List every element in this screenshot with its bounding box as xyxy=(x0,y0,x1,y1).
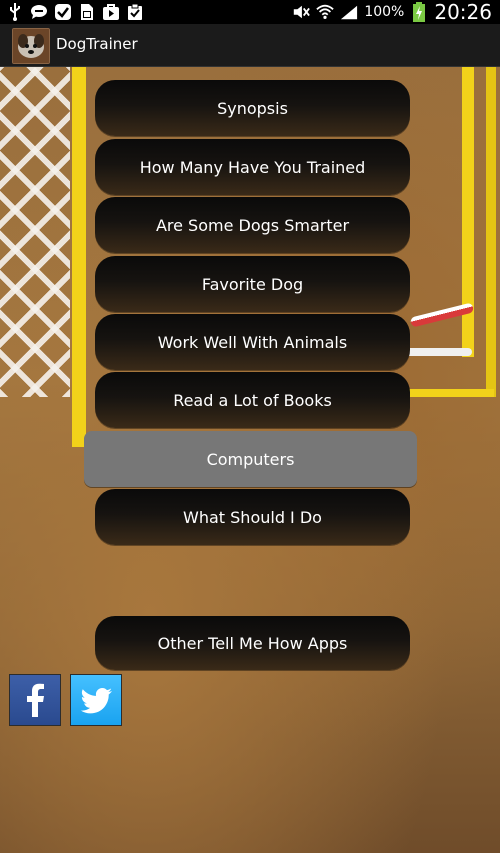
mute-icon xyxy=(292,3,311,21)
status-bar: 100% 20:26 xyxy=(0,0,500,24)
app-title: DogTrainer xyxy=(56,35,138,53)
facebook-icon xyxy=(27,683,44,717)
chat-icon xyxy=(30,3,48,21)
check-icon xyxy=(54,3,72,21)
play-store-icon xyxy=(102,3,120,21)
dogs-smarter-button[interactable]: Are Some Dogs Smarter xyxy=(95,197,410,253)
read-books-button[interactable]: Read a Lot of Books xyxy=(95,372,410,428)
notification-icons xyxy=(6,2,144,22)
other-apps-button[interactable]: Other Tell Me How Apps xyxy=(95,616,410,670)
synopsis-button[interactable]: Synopsis xyxy=(95,80,410,136)
clock: 20:26 xyxy=(434,0,492,24)
work-with-animals-button[interactable]: Work Well With Animals xyxy=(95,314,410,370)
jump-base xyxy=(400,389,494,397)
agility-pole xyxy=(72,67,86,447)
computers-button[interactable]: Computers xyxy=(84,431,417,487)
how-many-trained-button[interactable]: How Many Have You Trained xyxy=(95,139,410,195)
clipboard-check-icon xyxy=(126,3,144,21)
twitter-icon xyxy=(80,688,112,714)
facebook-button[interactable] xyxy=(9,674,61,726)
what-should-i-do-button[interactable]: What Should I Do xyxy=(95,489,410,545)
lattice-fence xyxy=(0,67,70,397)
agility-pole xyxy=(486,67,496,397)
signal-icon xyxy=(340,3,358,21)
battery-percent: 100% xyxy=(364,4,405,20)
twitter-button[interactable] xyxy=(70,674,122,726)
favorite-dog-button[interactable]: Favorite Dog xyxy=(95,256,410,312)
sim-icon xyxy=(78,3,96,21)
jump-bar xyxy=(400,348,472,356)
action-bar: DogTrainer xyxy=(0,24,500,67)
wifi-icon xyxy=(316,3,335,21)
system-indicators: 100% 20:26 xyxy=(292,0,492,24)
usb-icon xyxy=(6,3,24,21)
dog-face-icon[interactable] xyxy=(12,28,50,64)
battery-icon xyxy=(410,2,428,22)
